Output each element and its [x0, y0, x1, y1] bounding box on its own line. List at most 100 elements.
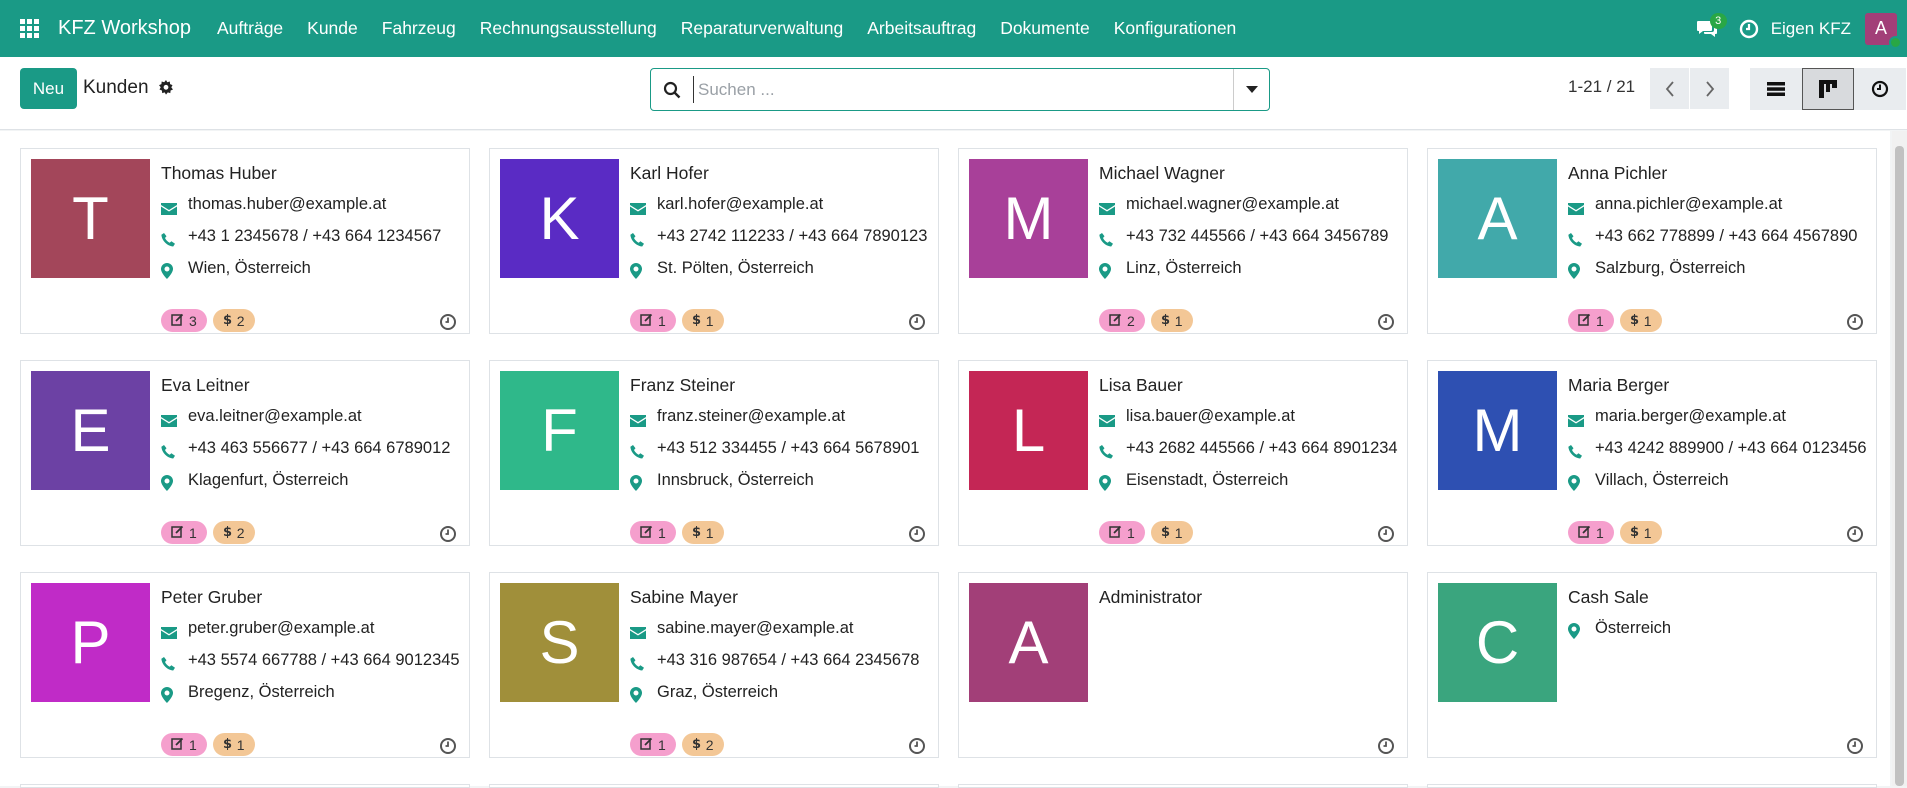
work-orders-badge[interactable]: 3: [161, 309, 207, 332]
scrollbar-thumb[interactable]: [1895, 146, 1904, 786]
menu-item-arbeitsauftrag[interactable]: Arbeitsauftrag: [855, 18, 988, 39]
invoices-badge[interactable]: $2: [212, 309, 255, 332]
customer-email: thomas.huber@example.at: [188, 195, 387, 213]
menu-item-dokumente[interactable]: Dokumente: [988, 18, 1102, 39]
svg-text:$: $: [223, 525, 232, 538]
activity-clock-icon[interactable]: [439, 313, 457, 331]
invoices-badge[interactable]: $1: [681, 521, 724, 544]
customer-card[interactable]: K Karl Hofer karl.hofer@example.at +43 2742…: [489, 148, 939, 334]
work-orders-badge[interactable]: 1: [630, 309, 676, 332]
dollar-icon: $: [223, 736, 237, 753]
activity-view-button[interactable]: [1854, 68, 1906, 110]
invoices-badge[interactable]: $2: [681, 733, 724, 756]
user-avatar[interactable]: A: [1865, 12, 1902, 49]
activity-clock-icon[interactable]: [908, 737, 926, 755]
invoices-badge[interactable]: $1: [1150, 309, 1193, 332]
customer-email: franz.steiner@example.at: [657, 407, 846, 425]
map-pin-icon: [1099, 467, 1126, 499]
svg-text:$: $: [692, 737, 701, 750]
search-options-toggle[interactable]: [1233, 69, 1269, 110]
customer-card[interactable]: M Maria Berger maria.berger@example.at +43 …: [1427, 360, 1877, 546]
list-view-button[interactable]: [1750, 68, 1802, 110]
customer-card[interactable]: S Sabine Mayer sabine.mayer@example.at +43 …: [489, 572, 939, 758]
card-tags: 1 $1: [1099, 521, 1199, 544]
customer-card[interactable]: A Administrator: [958, 572, 1408, 758]
gear-icon[interactable]: [158, 80, 174, 96]
customer-card[interactable]: A Anna Pichler anna.pichler@example.at +43 …: [1427, 148, 1877, 334]
invoices-badge[interactable]: $2: [212, 521, 255, 544]
customer-card-partial[interactable]: [20, 784, 470, 788]
invoices-badge[interactable]: $1: [681, 309, 724, 332]
activity-clock-icon[interactable]: [1377, 737, 1395, 755]
customer-card[interactable]: T Thomas Huber thomas.huber@example.at +43 …: [20, 148, 470, 334]
customer-card-partial[interactable]: [1427, 784, 1877, 788]
invoices-badge[interactable]: $1: [212, 733, 255, 756]
menu-item-reparaturverwaltung[interactable]: Reparaturverwaltung: [669, 18, 855, 39]
customer-card[interactable]: F Franz Steiner franz.steiner@example.at +4…: [489, 360, 939, 546]
phone-icon: [161, 223, 188, 255]
new-button[interactable]: Neu: [20, 68, 77, 109]
work-orders-badge[interactable]: 1: [1568, 309, 1614, 332]
map-pin-icon: [161, 679, 188, 711]
customer-card[interactable]: E Eva Leitner eva.leitner@example.at +43 46…: [20, 360, 470, 546]
menu-item-konfigurationen[interactable]: Konfigurationen: [1102, 18, 1249, 39]
customer-location: Villach, Österreich: [1595, 471, 1729, 489]
work-orders-badge[interactable]: 1: [161, 521, 207, 544]
activity-clock-icon[interactable]: [908, 313, 926, 331]
work-orders-badge[interactable]: 2: [1099, 309, 1145, 332]
vertical-scrollbar[interactable]: [1892, 131, 1907, 786]
map-pin-icon: [630, 467, 657, 499]
pager-next-button[interactable]: [1690, 68, 1729, 109]
phone-icon: [1099, 223, 1126, 255]
envelope-icon: [161, 191, 188, 223]
location-line: Wien, Österreich: [161, 255, 461, 287]
chevron-right-icon: [1705, 80, 1714, 97]
pager-value[interactable]: 1-21 / 21: [1568, 77, 1635, 97]
activity-clock-icon[interactable]: [1846, 313, 1864, 331]
invoices-badge[interactable]: $1: [1150, 521, 1193, 544]
customer-card[interactable]: C Cash Sale Österreich: [1427, 572, 1877, 758]
customer-card[interactable]: M Michael Wagner michael.wagner@example.at…: [958, 148, 1408, 334]
customer-avatar: K: [500, 159, 619, 278]
activity-clock-icon[interactable]: [1377, 525, 1395, 543]
app-brand[interactable]: KFZ Workshop: [58, 17, 205, 40]
map-pin-icon: [630, 255, 657, 287]
phone-icon: [630, 647, 657, 679]
activity-clock-icon[interactable]: [439, 525, 457, 543]
menu-item-kunde[interactable]: Kunde: [295, 18, 370, 39]
invoices-badge[interactable]: $1: [1619, 309, 1662, 332]
customer-card-partial[interactable]: [958, 784, 1408, 788]
customer-card-partial[interactable]: [489, 784, 939, 788]
work-orders-badge[interactable]: 1: [630, 733, 676, 756]
phone-line: +43 2742 112233 / +43 664 7890123: [630, 223, 930, 255]
activity-clock-icon[interactable]: [1377, 313, 1395, 331]
dollar-icon: $: [1161, 524, 1175, 541]
phone-icon: [1568, 223, 1595, 255]
company-switcher[interactable]: Eigen KFZ: [1771, 19, 1851, 39]
invoices-badge[interactable]: $1: [1619, 521, 1662, 544]
dollar-icon: $: [692, 312, 706, 329]
search-input[interactable]: [693, 76, 1233, 103]
customer-card[interactable]: P Peter Gruber peter.gruber@example.at +43 …: [20, 572, 470, 758]
menu-item-fahrzeug[interactable]: Fahrzeug: [370, 18, 468, 39]
activity-clock-icon[interactable]: [439, 737, 457, 755]
work-orders-badge[interactable]: 1: [161, 733, 207, 756]
activity-clock-icon[interactable]: [1846, 737, 1864, 755]
email-line: maria.berger@example.at: [1568, 403, 1868, 435]
pager-previous-button[interactable]: [1650, 68, 1689, 109]
menu-item-rechnungsausstellung[interactable]: Rechnungsausstellung: [468, 18, 669, 39]
customer-phone: +43 4242 889900 / +43 664 0123456: [1595, 439, 1867, 457]
work-orders-badge[interactable]: 1: [1568, 521, 1614, 544]
work-orders-badge[interactable]: 1: [630, 521, 676, 544]
menu-item-auftraege[interactable]: Aufträge: [205, 18, 295, 39]
avatar-initial: M: [1472, 397, 1523, 464]
customer-card[interactable]: L Lisa Bauer lisa.bauer@example.at +43 2682…: [958, 360, 1408, 546]
apps-grid-icon[interactable]: [0, 0, 58, 57]
activity-clock-icon[interactable]: [908, 525, 926, 543]
activity-clock-icon[interactable]: [1846, 525, 1864, 543]
work-orders-badge[interactable]: 1: [1099, 521, 1145, 544]
kanban-view-button[interactable]: [1802, 68, 1854, 110]
chat-icon[interactable]: 3: [1689, 0, 1727, 57]
main-menu: Aufträge Kunde Fahrzeug Rechnungsausstel…: [205, 18, 1248, 39]
activity-clock-icon[interactable]: [1739, 18, 1761, 40]
